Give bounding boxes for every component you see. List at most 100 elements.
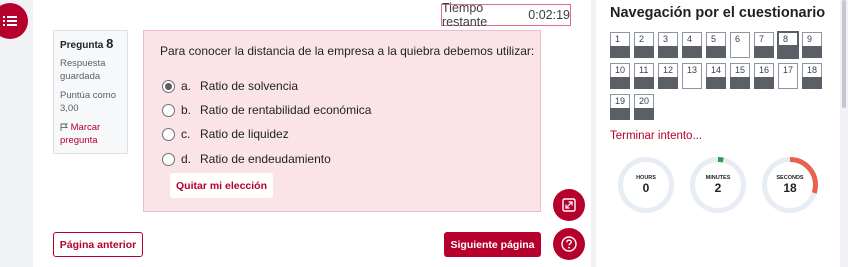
question-nav-status <box>634 108 654 120</box>
question-nav-number: 11 <box>634 63 654 77</box>
countdown-seconds: SECONDS 18 <box>761 156 819 214</box>
question-nav-number: 16 <box>754 63 774 77</box>
answer-option-a[interactable]: a. Ratio de solvencia <box>162 79 298 93</box>
timer-label: Tiempo restante <box>442 1 488 29</box>
question-nav-number: 5 <box>706 32 726 46</box>
question-grade: Puntúa como 3,00 <box>60 89 121 115</box>
question-nav-number: 9 <box>802 32 822 46</box>
answer-letter: d. <box>181 152 192 166</box>
question-nav-button-7[interactable]: 7 <box>754 32 774 58</box>
question-nav-number: 6 <box>730 32 750 58</box>
answer-option-c[interactable]: c. Ratio de liquidez <box>162 127 289 141</box>
question-nav-button-16[interactable]: 16 <box>754 63 774 89</box>
question-nav-status <box>610 46 630 58</box>
fullscreen-button[interactable] <box>553 189 585 221</box>
question-nav-number: 20 <box>634 94 654 108</box>
question-nav-number: 18 <box>802 63 822 77</box>
question-nav-button-3[interactable]: 3 <box>658 32 678 58</box>
answer-radio[interactable] <box>162 103 175 117</box>
question-nav-number: 17 <box>778 63 798 89</box>
answer-radio[interactable] <box>162 79 175 93</box>
question-nav-button-6[interactable]: 6 <box>730 32 750 58</box>
answer-letter: a. <box>181 79 192 93</box>
question-nav-number: 4 <box>682 32 702 46</box>
question-nav-button-13[interactable]: 13 <box>682 63 702 89</box>
grade-value: 3,00 <box>60 103 79 114</box>
answer-letter: c. <box>181 127 191 141</box>
question-nav-button-20[interactable]: 20 <box>634 94 654 120</box>
answer-text: Ratio de solvencia <box>200 79 299 93</box>
question-nav-button-11[interactable]: 11 <box>634 63 654 89</box>
question-state: Respuesta guardada <box>60 58 106 82</box>
question-nav-status <box>802 77 822 89</box>
question-nav-number: 1 <box>610 32 630 46</box>
answer-text: Ratio de rentabilidad económica <box>200 103 372 117</box>
question-nav-status <box>634 77 654 89</box>
question-nav-status <box>610 108 630 120</box>
question-nav-number: 2 <box>634 32 654 46</box>
question-nav-number: 13 <box>682 63 702 89</box>
question-nav-number: 12 <box>658 63 678 77</box>
scrollbar-thumb[interactable] <box>842 0 846 108</box>
panel-title: Navegación por el cuestionario <box>610 5 826 21</box>
question-text: Para conocer la distancia de la empresa … <box>160 44 535 58</box>
question-nav-button-4[interactable]: 4 <box>682 32 702 58</box>
question-nav-status <box>802 46 822 58</box>
question-nav-status <box>778 46 798 58</box>
question-nav-number: 19 <box>610 94 630 108</box>
question-nav-status <box>658 46 678 58</box>
countdown-value: 18 <box>783 181 797 195</box>
answer-text: Ratio de liquidez <box>200 127 289 141</box>
flag-icon <box>60 123 68 131</box>
question-nav-button-15[interactable]: 15 <box>730 63 750 89</box>
help-button[interactable] <box>553 228 585 260</box>
countdown-minutes: MINUTES 2 <box>689 156 747 214</box>
question-number: Pregunta 8 <box>60 36 114 51</box>
question-nav-button-12[interactable]: 12 <box>658 63 678 89</box>
question-nav-button-8[interactable]: 8 <box>777 31 799 59</box>
countdown-value: 2 <box>714 181 722 195</box>
question-box: Para conocer la distancia de la empresa … <box>143 30 541 212</box>
question-nav-number: 8 <box>777 31 799 47</box>
open-drawer-button[interactable] <box>0 3 28 39</box>
question-nav-status <box>706 46 726 58</box>
question-nav-status <box>658 77 678 89</box>
previous-page-button[interactable]: Página anterior <box>53 232 143 257</box>
answer-radio[interactable] <box>162 127 175 141</box>
countdown-value: 0 <box>642 181 650 195</box>
question-nav-number: 3 <box>658 32 678 46</box>
answer-option-d[interactable]: d. Ratio de endeudamiento <box>162 152 331 166</box>
question-nav-status <box>634 46 654 58</box>
question-nav-status <box>730 77 750 89</box>
expand-icon <box>562 198 576 212</box>
question-nav-number: 15 <box>730 63 750 77</box>
question-nav-button-14[interactable]: 14 <box>706 63 726 89</box>
countdown-hours: HOURS 0 <box>617 156 675 214</box>
question-nav-number: 14 <box>706 63 726 77</box>
quiz-navigation-panel: Navegación por el cuestionario 123456789… <box>596 0 840 267</box>
question-nav-button-1[interactable]: 1 <box>610 32 630 58</box>
question-icon <box>561 236 577 252</box>
question-nav-button-9[interactable]: 9 <box>802 32 822 58</box>
answer-radio[interactable] <box>162 152 175 166</box>
question-nav-button-17[interactable]: 17 <box>778 63 798 89</box>
question-nav-status <box>754 77 774 89</box>
answer-letter: b. <box>181 103 192 117</box>
next-page-button[interactable]: Siguiente página <box>444 232 541 257</box>
question-nav-button-18[interactable]: 18 <box>802 63 822 89</box>
answer-option-b[interactable]: b. Ratio de rentabilidad económica <box>162 103 371 117</box>
flag-question-link[interactable]: Marcar pregunta <box>60 121 121 147</box>
question-nav-button-5[interactable]: 5 <box>706 32 726 58</box>
question-nav-number: 10 <box>610 63 630 77</box>
question-nav-button-19[interactable]: 19 <box>610 94 630 120</box>
list-icon <box>3 16 17 26</box>
time-remaining: Tiempo restante 0:02:19 <box>441 1 571 29</box>
question-nav-status <box>682 46 702 58</box>
scrollbar[interactable] <box>840 0 848 267</box>
question-nav-status <box>706 77 726 89</box>
finish-attempt-link[interactable]: Terminar intento... <box>610 130 702 142</box>
question-nav-status <box>754 46 774 58</box>
clear-choice-button[interactable]: Quitar mi elección <box>170 173 273 198</box>
question-nav-button-2[interactable]: 2 <box>634 32 654 58</box>
question-nav-button-10[interactable]: 10 <box>610 63 630 89</box>
